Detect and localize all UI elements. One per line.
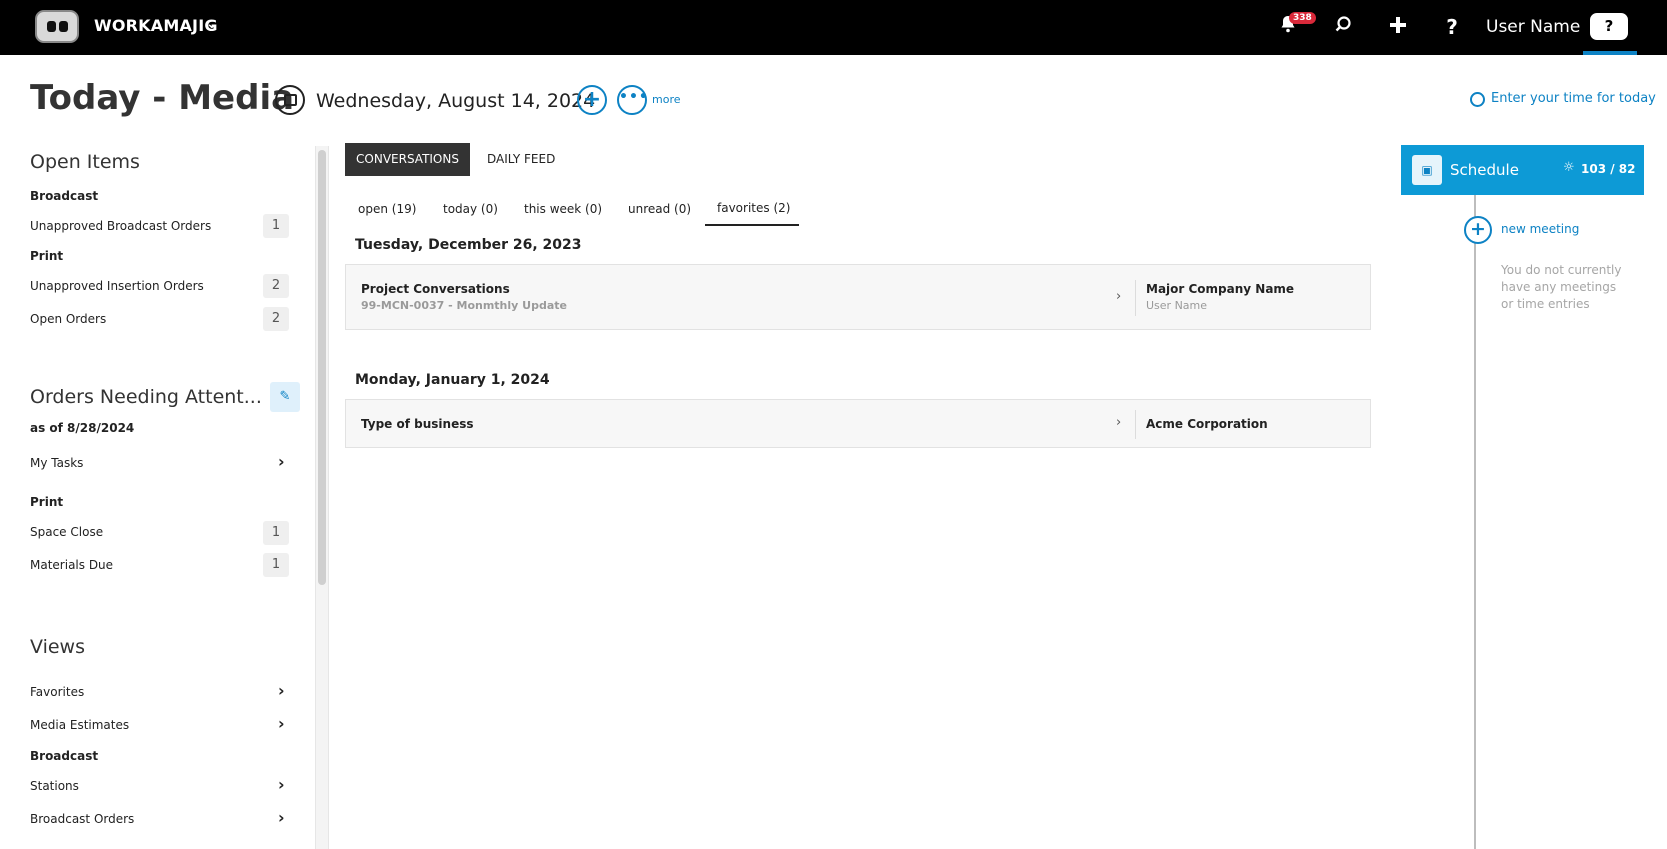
filter-today[interactable]: today (0) — [443, 202, 498, 216]
list-item[interactable]: Unapproved Insertion Orders — [30, 279, 204, 293]
help-box-icon[interactable]: ? — [1590, 13, 1628, 40]
divider — [1135, 410, 1136, 439]
page-title: Today - Media — [30, 78, 295, 118]
card-title: Type of business — [361, 417, 474, 431]
more-options-icon[interactable]: ••• — [617, 85, 648, 115]
list-item[interactable]: Space Close — [30, 525, 103, 539]
as-of-date: as of 8/28/2024 — [30, 421, 135, 435]
plus-icon[interactable] — [1385, 14, 1411, 40]
search-icon[interactable] — [1330, 14, 1356, 40]
list-item[interactable]: Unapproved Broadcast Orders — [30, 219, 211, 233]
card-title: Project Conversations — [361, 282, 510, 296]
orders-attention-title: Orders Needing Attent... — [30, 386, 262, 408]
brand-menu[interactable]: WORKAMAJIG — [94, 16, 218, 35]
help-icon[interactable]: ? — [1439, 14, 1465, 40]
chevron-right-icon[interactable]: › — [278, 808, 285, 827]
views-item-media-estimates[interactable]: Media Estimates — [30, 718, 129, 732]
chevron-right-icon[interactable]: › — [278, 452, 285, 471]
company-name: Major Company Name — [1146, 282, 1295, 296]
conversation-card[interactable]: Type of business › Acme Corporation — [345, 399, 1371, 448]
count-badge: 1 — [263, 214, 289, 238]
sun-icon: ☼ — [1563, 160, 1575, 175]
views-item-favorites[interactable]: Favorites — [30, 685, 84, 699]
add-button[interactable]: + — [577, 85, 607, 115]
calendar-icon[interactable] — [275, 85, 305, 115]
open-items-title: Open Items — [30, 151, 140, 173]
count-badge: 2 — [263, 274, 289, 298]
tab-daily-feed[interactable]: DAILY FEED — [487, 152, 555, 166]
group-broadcast: Broadcast — [30, 749, 99, 763]
active-indicator — [1583, 51, 1637, 55]
divider — [1135, 280, 1136, 316]
enter-time-link[interactable]: Enter your time for today — [1491, 91, 1656, 106]
chevron-down-icon[interactable]: ⌄ — [206, 16, 218, 32]
count-badge: 2 — [263, 307, 289, 331]
group-print: Print — [30, 249, 64, 263]
schedule-timeline — [1474, 195, 1476, 849]
filter-open[interactable]: open (19) — [358, 202, 416, 216]
filter-favorites[interactable]: favorites (2) — [717, 201, 790, 215]
views-item-stations[interactable]: Stations — [30, 779, 79, 793]
company-name: Acme Corporation — [1146, 417, 1268, 431]
left-scrollbar-thumb[interactable] — [318, 150, 326, 585]
chevron-right-icon[interactable]: › — [278, 681, 285, 700]
top-navigation-bar: WORKAMAJIG ⌄ 338 ? User Name ? — [0, 0, 1667, 55]
notification-count-badge: 338 — [1289, 12, 1316, 24]
card-subtitle: 99-MCN-0037 - Monmthly Update — [361, 299, 567, 312]
tab-conversations[interactable]: CONVERSATIONS — [345, 143, 470, 176]
list-item[interactable]: Open Orders — [30, 312, 106, 326]
chevron-right-icon[interactable]: › — [278, 775, 285, 794]
active-filter-underline — [705, 224, 799, 226]
chevron-right-icon[interactable]: › — [1116, 289, 1121, 304]
new-meeting-link[interactable]: new meeting — [1501, 222, 1579, 236]
group-print: Print — [30, 495, 64, 509]
clock-icon[interactable] — [1470, 92, 1485, 107]
count-badge: 1 — [263, 553, 289, 577]
filter-this-week[interactable]: this week (0) — [524, 202, 602, 216]
schedule-count: 103 / 82 — [1581, 162, 1636, 176]
count-badge: 1 — [263, 521, 289, 545]
my-tasks-item[interactable]: My Tasks — [30, 456, 83, 470]
filter-unread[interactable]: unread (0) — [628, 202, 691, 216]
current-date: Wednesday, August 14, 2024 — [316, 90, 596, 112]
chevron-right-icon[interactable]: › — [278, 714, 285, 733]
no-meetings-message: You do not currently have any meetings o… — [1501, 263, 1622, 311]
user-name[interactable]: User Name — [1486, 17, 1580, 37]
group-broadcast: Broadcast — [30, 189, 99, 203]
more-link[interactable]: more — [652, 93, 681, 106]
chevron-right-icon[interactable]: › — [1116, 415, 1121, 430]
user-name: User Name — [1146, 299, 1208, 312]
list-item[interactable]: Materials Due — [30, 558, 113, 572]
calendar-icon: ▣ — [1412, 155, 1442, 185]
views-item-broadcast-orders[interactable]: Broadcast Orders — [30, 812, 134, 826]
section-date: Monday, January 1, 2024 — [355, 372, 550, 388]
schedule-label: Schedule — [1450, 161, 1519, 179]
section-date: Tuesday, December 26, 2023 — [355, 237, 582, 253]
workamajig-logo-icon[interactable] — [35, 10, 79, 43]
schedule-header[interactable]: ▣ Schedule ☼ 103 / 82 — [1401, 145, 1644, 195]
views-title: Views — [30, 636, 85, 658]
new-meeting-plus-icon[interactable]: + — [1464, 216, 1492, 244]
edit-pencil-icon[interactable]: ✎ — [270, 382, 300, 412]
conversation-card[interactable]: Project Conversations 99-MCN-0037 - Monm… — [345, 264, 1371, 330]
